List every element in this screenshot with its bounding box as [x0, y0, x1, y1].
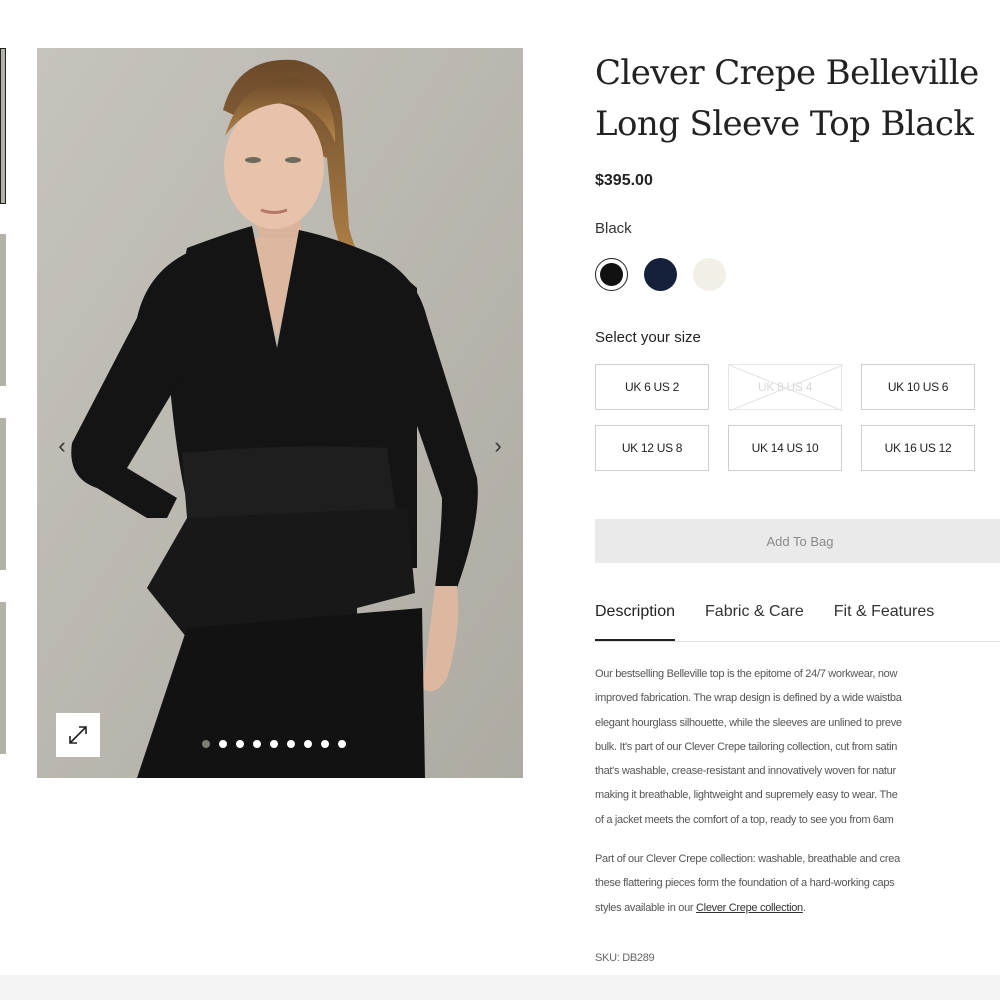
description-line: of a jacket meets the comfort of a top, … [595, 813, 894, 826]
gallery-dot[interactable] [219, 740, 227, 748]
tab-fit-features[interactable]: Fit & Features [834, 603, 964, 641]
size-option[interactable]: UK 16 US 12 [861, 425, 975, 471]
clever-crepe-collection-link[interactable]: Clever Crepe collection [696, 902, 803, 914]
gallery-dot[interactable] [321, 740, 329, 748]
product-detail-tabs: Description Fabric & Care Fit & Features [595, 603, 1000, 642]
product-description: Our bestselling Belleville top is the ep… [595, 662, 1000, 920]
description-text: styles available in our [595, 901, 697, 914]
gallery-next-button[interactable]: › [485, 433, 511, 459]
gallery-dot[interactable] [270, 740, 278, 748]
product-main-image[interactable]: ‹ › [37, 48, 523, 778]
product-info-panel: Clever Crepe Belleville Long Sleeve Top … [595, 48, 1000, 964]
description-paragraph-2: Part of our Clever Crepe collection: was… [595, 847, 1000, 920]
size-option[interactable]: UK 12 US 8 [595, 425, 709, 471]
gallery-pagination-dots [202, 740, 346, 748]
add-to-bag-button[interactable]: Add To Bag [595, 519, 1000, 563]
size-options: UK 6 US 2 UK 8 US 4 UK 10 US 6 UK 12 US 8 UK… [595, 364, 995, 471]
size-option[interactable]: UK 6 US 2 [595, 364, 709, 410]
description-line: these flattering pieces form the foundat… [595, 877, 895, 890]
size-option[interactable]: UK 10 US 6 [861, 364, 975, 410]
gallery-dot[interactable] [236, 740, 244, 748]
gallery-dot[interactable] [253, 740, 261, 748]
product-sku: SKU: DB289 [595, 952, 655, 964]
gallery-dot[interactable] [304, 740, 312, 748]
gallery-dot[interactable] [202, 740, 210, 748]
size-option[interactable]: UK 8 US 4 [728, 364, 843, 411]
expand-icon [69, 726, 87, 744]
color-swatches [595, 258, 726, 291]
description-line: Part of our Clever Crepe collection: was… [595, 853, 900, 866]
color-swatch-ivory[interactable] [693, 258, 726, 291]
gallery-dot[interactable] [287, 740, 295, 748]
color-swatch-black[interactable] [595, 258, 628, 291]
gallery-thumbnail-1[interactable] [0, 48, 6, 204]
description-line: Our bestselling Belleville top is the ep… [595, 668, 898, 680]
gallery-prev-button[interactable]: ‹ [49, 433, 75, 459]
gallery-thumbnail-3[interactable] [0, 418, 6, 570]
description-line: elegant hourglass silhouette, while the … [595, 716, 902, 729]
product-title: Clever Crepe Belleville Long Sleeve Top … [595, 48, 1000, 150]
description-line: improved fabrication. The wrap design is… [595, 692, 902, 705]
description-line: styles available in our Clever Crepe col… [595, 896, 1000, 920]
selected-color-name: Black [595, 220, 632, 237]
gallery-thumbnail-2[interactable] [0, 234, 6, 386]
color-swatch-navy[interactable] [644, 258, 677, 291]
expand-image-button[interactable] [56, 713, 100, 757]
description-line: that's washable, crease-resistant and in… [595, 765, 896, 778]
page-footer-band [0, 975, 1000, 1000]
tab-description[interactable]: Description [595, 603, 676, 641]
product-title-line-1: Clever Crepe Belleville [595, 53, 979, 93]
description-paragraph-1: Our bestselling Belleville top is the ep… [595, 662, 1000, 832]
product-title-line-2: Long Sleeve Top Black [595, 104, 974, 144]
product-photo [37, 48, 523, 778]
gallery-thumbnail-4[interactable] [0, 602, 6, 754]
product-price: $395.00 [595, 172, 653, 189]
description-text: . [802, 901, 806, 914]
description-line: making it breathable, lightweight and su… [595, 789, 898, 802]
size-option-label: UK 8 US 4 [758, 380, 812, 394]
gallery-dot[interactable] [338, 740, 346, 748]
size-option[interactable]: UK 14 US 10 [728, 425, 842, 471]
tab-fabric-care[interactable]: Fabric & Care [705, 603, 834, 641]
description-line: bulk. It's part of our Clever Crepe tail… [595, 740, 898, 753]
size-heading: Select your size [595, 329, 701, 346]
